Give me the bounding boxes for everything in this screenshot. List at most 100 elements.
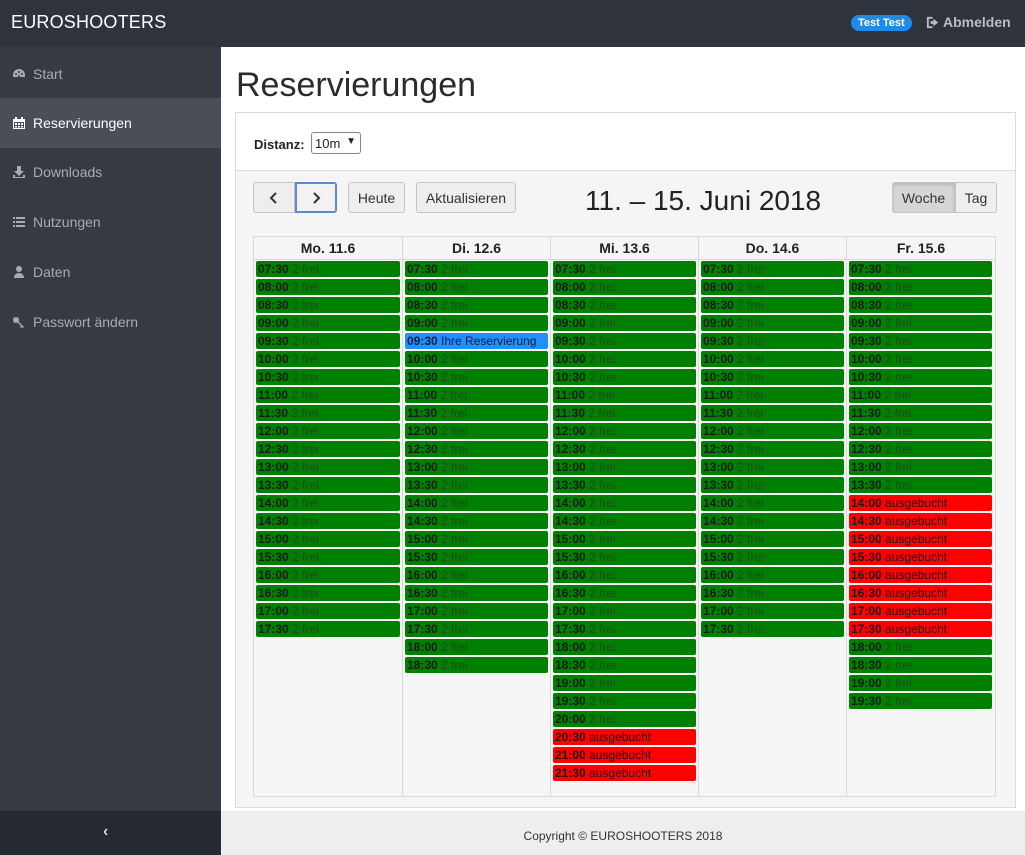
time-slot[interactable]: 12:00 2 frei (701, 423, 844, 439)
time-slot[interactable]: 10:00 2 frei (701, 351, 844, 367)
sidebar-item-nutzungen[interactable]: Nutzungen (0, 197, 221, 247)
time-slot[interactable]: 07:30 2 frei (701, 261, 844, 277)
logout-link[interactable]: Abmelden (926, 14, 1011, 30)
time-slot[interactable]: 08:00 2 frei (849, 279, 992, 295)
time-slot[interactable]: 17:30 2 frei (553, 621, 696, 637)
time-slot[interactable]: 10:00 2 frei (256, 351, 400, 367)
time-slot[interactable]: 09:30 Ihre Reservierung (405, 333, 548, 349)
time-slot[interactable]: 09:00 2 frei (701, 315, 844, 331)
time-slot[interactable]: 16:00 2 frei (553, 567, 696, 583)
time-slot[interactable]: 18:30 2 frei (405, 657, 548, 673)
time-slot[interactable]: 10:00 2 frei (849, 351, 992, 367)
time-slot[interactable]: 17:00 2 frei (553, 603, 696, 619)
time-slot[interactable]: 10:30 2 frei (553, 369, 696, 385)
time-slot[interactable]: 09:00 2 frei (849, 315, 992, 331)
time-slot[interactable]: 12:30 2 frei (553, 441, 696, 457)
time-slot[interactable]: 18:30 2 frei (849, 657, 992, 673)
time-slot[interactable]: 13:00 2 frei (553, 459, 696, 475)
time-slot[interactable]: 17:30 2 frei (405, 621, 548, 637)
time-slot[interactable]: 11:00 2 frei (405, 387, 548, 403)
time-slot[interactable]: 09:30 2 frei (849, 333, 992, 349)
time-slot[interactable]: 16:00 ausgebucht (849, 567, 992, 583)
sidebar-item-reservierungen[interactable]: Reservierungen (0, 98, 221, 148)
time-slot[interactable]: 08:00 2 frei (256, 279, 400, 295)
time-slot[interactable]: 12:00 2 frei (405, 423, 548, 439)
time-slot[interactable]: 16:30 2 frei (701, 585, 844, 601)
week-view-button[interactable]: Woche (892, 182, 955, 213)
brand-logo[interactable]: EUROSHOOTERS (11, 12, 166, 33)
time-slot[interactable]: 20:30 ausgebucht (553, 729, 696, 745)
next-week-button[interactable] (295, 182, 337, 213)
time-slot[interactable]: 13:30 2 frei (256, 477, 400, 493)
time-slot[interactable]: 15:30 2 frei (701, 549, 844, 565)
time-slot[interactable]: 08:30 2 frei (701, 297, 844, 313)
time-slot[interactable]: 17:30 ausgebucht (849, 621, 992, 637)
time-slot[interactable]: 13:00 2 frei (405, 459, 548, 475)
time-slot[interactable]: 11:00 2 frei (701, 387, 844, 403)
time-slot[interactable]: 09:30 2 frei (256, 333, 400, 349)
time-slot[interactable]: 14:00 2 frei (256, 495, 400, 511)
time-slot[interactable]: 15:00 2 frei (405, 531, 548, 547)
time-slot[interactable]: 10:00 2 frei (553, 351, 696, 367)
time-slot[interactable]: 07:30 2 frei (553, 261, 696, 277)
time-slot[interactable]: 18:00 2 frei (405, 639, 548, 655)
time-slot[interactable]: 15:30 2 frei (256, 549, 400, 565)
time-slot[interactable]: 15:30 2 frei (553, 549, 696, 565)
time-slot[interactable]: 14:00 2 frei (553, 495, 696, 511)
time-slot[interactable]: 07:30 2 frei (849, 261, 992, 277)
time-slot[interactable]: 14:30 2 frei (256, 513, 400, 529)
time-slot[interactable]: 13:00 2 frei (849, 459, 992, 475)
time-slot[interactable]: 18:30 2 frei (553, 657, 696, 673)
time-slot[interactable]: 13:00 2 frei (256, 459, 400, 475)
time-slot[interactable]: 15:00 2 frei (701, 531, 844, 547)
time-slot[interactable]: 17:00 ausgebucht (849, 603, 992, 619)
time-slot[interactable]: 16:00 2 frei (405, 567, 548, 583)
time-slot[interactable]: 17:00 2 frei (256, 603, 400, 619)
time-slot[interactable]: 18:00 2 frei (553, 639, 696, 655)
time-slot[interactable]: 10:30 2 frei (256, 369, 400, 385)
time-slot[interactable]: 19:00 2 frei (553, 675, 696, 691)
time-slot[interactable]: 11:30 2 frei (553, 405, 696, 421)
time-slot[interactable]: 14:30 ausgebucht (849, 513, 992, 529)
time-slot[interactable]: 11:30 2 frei (256, 405, 400, 421)
time-slot[interactable]: 10:30 2 frei (405, 369, 548, 385)
time-slot[interactable]: 12:00 2 frei (553, 423, 696, 439)
time-slot[interactable]: 11:30 2 frei (405, 405, 548, 421)
time-slot[interactable]: 18:00 2 frei (849, 639, 992, 655)
time-slot[interactable]: 08:30 2 frei (405, 297, 548, 313)
time-slot[interactable]: 13:30 2 frei (701, 477, 844, 493)
time-slot[interactable]: 08:00 2 frei (553, 279, 696, 295)
time-slot[interactable]: 16:30 2 frei (405, 585, 548, 601)
time-slot[interactable]: 11:00 2 frei (849, 387, 992, 403)
time-slot[interactable]: 09:00 2 frei (256, 315, 400, 331)
time-slot[interactable]: 14:00 2 frei (701, 495, 844, 511)
time-slot[interactable]: 08:00 2 frei (701, 279, 844, 295)
time-slot[interactable]: 11:30 2 frei (849, 405, 992, 421)
sidebar-collapse-button[interactable]: ‹ (103, 823, 108, 841)
time-slot[interactable]: 14:30 2 frei (701, 513, 844, 529)
time-slot[interactable]: 16:30 2 frei (553, 585, 696, 601)
sidebar-item-start[interactable]: Start (0, 49, 221, 99)
time-slot[interactable]: 12:30 2 frei (405, 441, 548, 457)
time-slot[interactable]: 09:30 2 frei (553, 333, 696, 349)
time-slot[interactable]: 14:30 2 frei (553, 513, 696, 529)
time-slot[interactable]: 10:00 2 frei (405, 351, 548, 367)
time-slot[interactable]: 11:00 2 frei (553, 387, 696, 403)
time-slot[interactable]: 13:30 2 frei (553, 477, 696, 493)
time-slot[interactable]: 19:00 2 frei (849, 675, 992, 691)
time-slot[interactable]: 13:30 2 frei (405, 477, 548, 493)
time-slot[interactable]: 15:30 2 frei (405, 549, 548, 565)
time-slot[interactable]: 15:00 2 frei (256, 531, 400, 547)
time-slot[interactable]: 16:00 2 frei (256, 567, 400, 583)
sidebar-item-passwort[interactable]: Passwort ändern (0, 297, 221, 347)
time-slot[interactable]: 07:30 2 frei (256, 261, 400, 277)
time-slot[interactable]: 09:00 2 frei (405, 315, 548, 331)
time-slot[interactable]: 07:30 2 frei (405, 261, 548, 277)
time-slot[interactable]: 11:00 2 frei (256, 387, 400, 403)
time-slot[interactable]: 10:30 2 frei (849, 369, 992, 385)
time-slot[interactable]: 14:30 2 frei (405, 513, 548, 529)
time-slot[interactable]: 17:30 2 frei (256, 621, 400, 637)
user-badge[interactable]: Test Test (851, 15, 912, 31)
time-slot[interactable]: 12:30 2 frei (849, 441, 992, 457)
time-slot[interactable]: 12:00 2 frei (849, 423, 992, 439)
